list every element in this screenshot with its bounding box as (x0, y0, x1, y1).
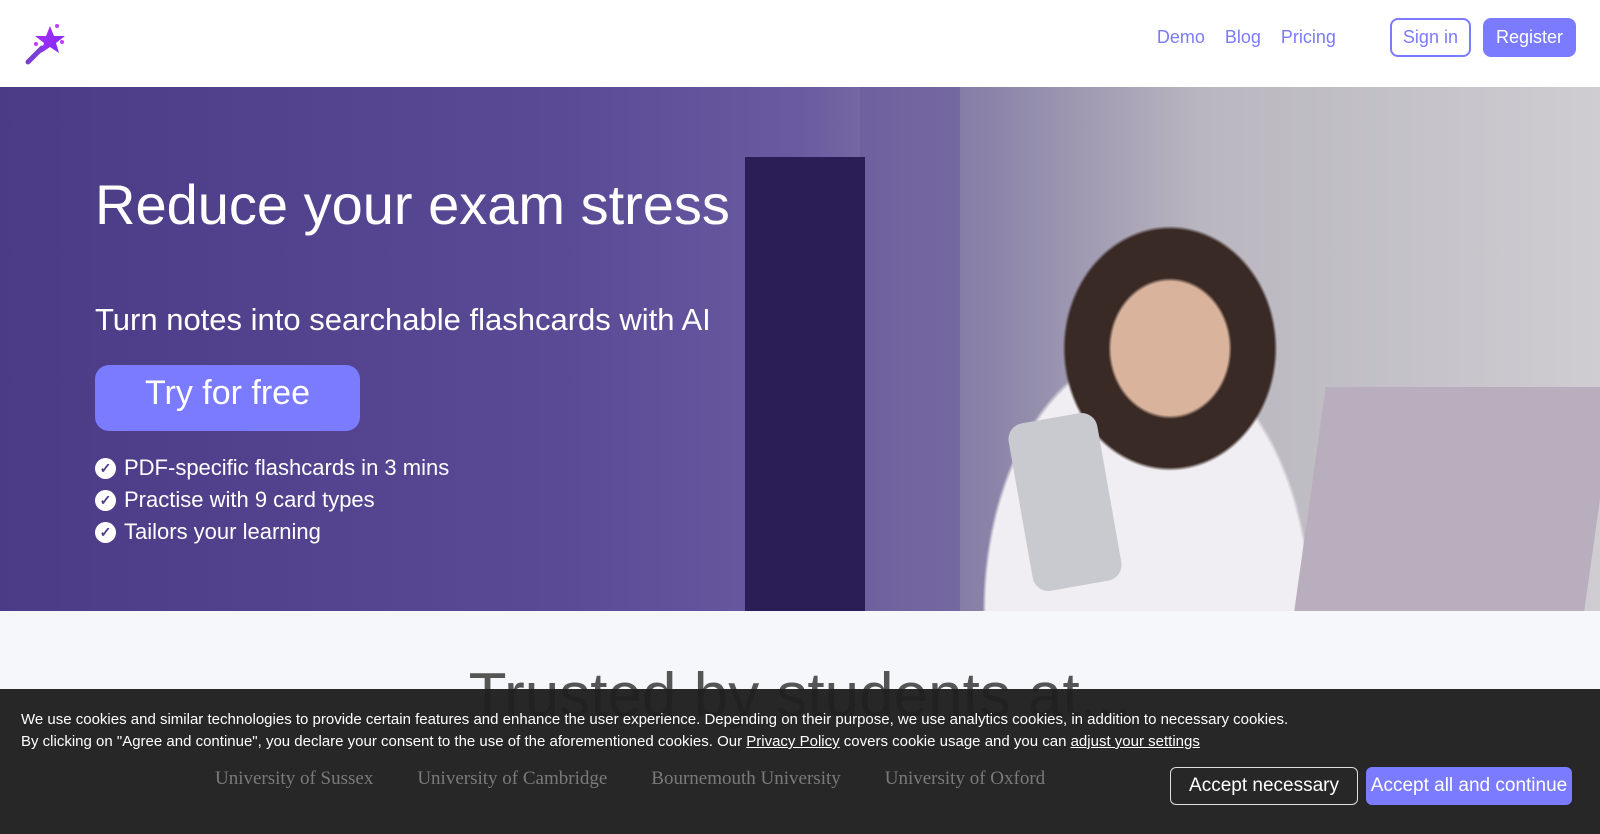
feature-item: ✓ PDF-specific flashcards in 3 mins (95, 452, 449, 484)
check-circle-icon: ✓ (95, 489, 116, 511)
hero-title: Reduce your exam stress (95, 173, 730, 236)
feature-list: ✓ PDF-specific flashcards in 3 mins ✓ Prac… (95, 452, 449, 548)
nav-blog-link[interactable]: Blog (1225, 27, 1261, 48)
feature-item: ✓ Practise with 9 card types (95, 484, 449, 516)
cookie-text-line2: By clicking on "Agree and continue", you… (21, 731, 1579, 753)
logo-oxford: University of Oxford (884, 768, 1046, 789)
hero-subtitle: Turn notes into searchable flashcards wi… (95, 302, 711, 337)
cookie-text-line1: We use cookies and similar technologies … (21, 711, 1289, 728)
sign-in-button[interactable]: Sign in (1389, 18, 1471, 57)
magic-wand-logo-icon[interactable] (24, 22, 68, 66)
top-nav: Demo Blog Pricing Sign in Register (0, 0, 1600, 87)
hero-laptop-photo (1294, 387, 1600, 611)
feature-label: Tailors your learning (124, 519, 321, 544)
hero-section: Reduce your exam stress Turn notes into … (0, 87, 1600, 611)
accept-all-button[interactable]: Accept all and continue (1366, 767, 1572, 805)
feature-label: PDF-specific flashcards in 3 mins (124, 455, 450, 480)
adjust-settings-link[interactable]: adjust your settings (1071, 733, 1200, 750)
logo-sussex: University of Sussex (215, 768, 374, 789)
nav-pricing-link[interactable]: Pricing (1281, 27, 1336, 48)
privacy-policy-link[interactable]: Privacy Policy (746, 733, 839, 750)
logo-cambridge: University of Cambridge (417, 768, 608, 789)
cookie-banner: We use cookies and similar technologies … (0, 689, 1600, 834)
nav-demo-link[interactable]: Demo (1157, 27, 1205, 48)
university-logos: University of Sussex University of Cambr… (215, 768, 1045, 790)
cookie-text: By clicking on "Agree and continue", you… (21, 733, 747, 750)
hero-background-doorway (745, 157, 865, 611)
cookie-text: covers cookie usage and you can (839, 733, 1071, 750)
register-button[interactable]: Register (1482, 18, 1576, 57)
accept-necessary-button[interactable]: Accept necessary (1170, 767, 1358, 805)
check-circle-icon: ✓ (95, 521, 116, 543)
try-for-free-button[interactable]: Try for free (95, 365, 360, 431)
logo-bournemouth: Bournemouth University (651, 768, 841, 789)
check-circle-icon: ✓ (95, 457, 116, 479)
feature-item: ✓ Tailors your learning (95, 516, 449, 548)
feature-label: Practise with 9 card types (124, 487, 375, 512)
